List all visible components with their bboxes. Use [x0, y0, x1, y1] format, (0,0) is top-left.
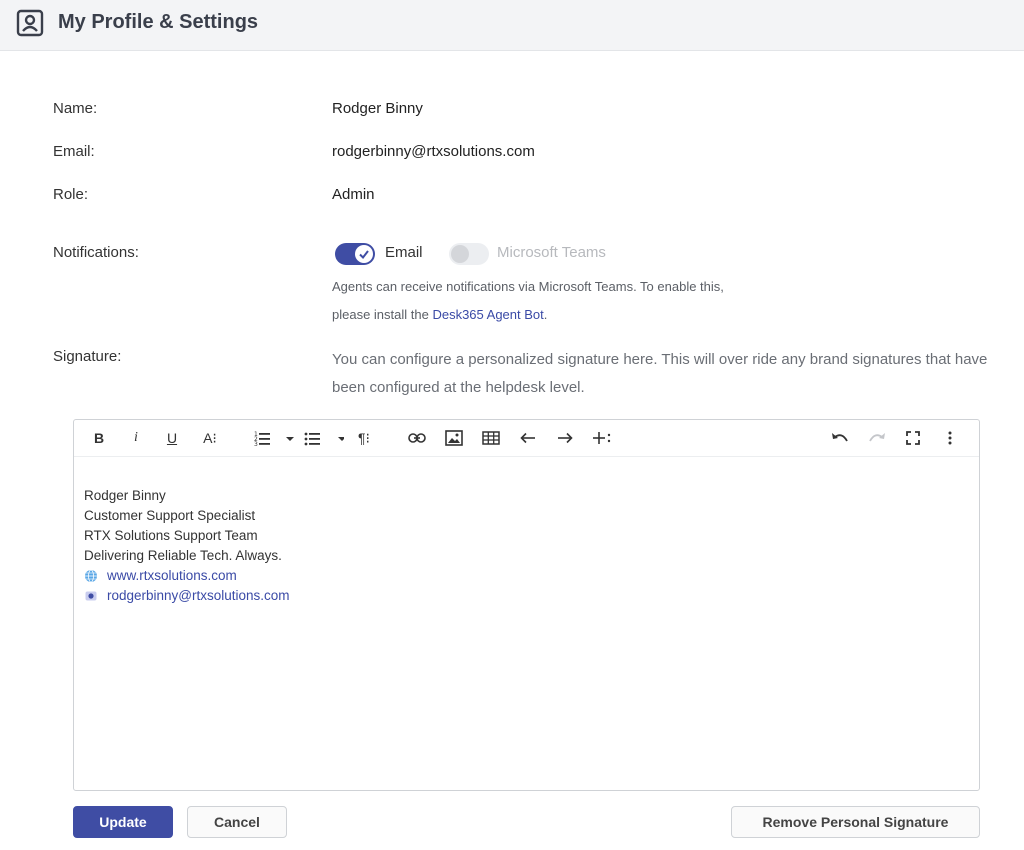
- signature-line: Customer Support Specialist: [84, 508, 256, 523]
- more-vertical-icon: [948, 431, 952, 445]
- check-icon: [359, 250, 369, 260]
- email-value: rodgerbinny@rtxsolutions.com: [332, 143, 535, 160]
- paragraph-button[interactable]: ¶⁝: [354, 428, 374, 448]
- help-text-suffix: .: [543, 307, 548, 322]
- svg-text:3: 3: [254, 441, 258, 446]
- email-icon: [84, 589, 98, 603]
- underline-button[interactable]: U: [165, 428, 179, 448]
- signature-website[interactable]: www.rtxsolutions.com: [84, 566, 290, 586]
- signature-label: Signature:: [53, 348, 122, 365]
- email-notification-toggle[interactable]: [335, 243, 375, 265]
- agent-bot-link[interactable]: Desk365 Agent Bot: [432, 307, 543, 322]
- arrow-left-icon[interactable]: [519, 428, 537, 448]
- link-button[interactable]: [408, 428, 426, 448]
- teams-notification-toggle[interactable]: [449, 243, 489, 265]
- teams-help-line2: please install the Desk365 Agent Bot.: [332, 307, 547, 322]
- profile-icon: [16, 9, 44, 37]
- redo-button[interactable]: [868, 428, 886, 448]
- ordered-list-button[interactable]: 1 2 3: [254, 428, 294, 448]
- image-icon: [445, 430, 463, 446]
- teams-toggle-label: Microsoft Teams: [497, 244, 606, 261]
- italic-button[interactable]: i: [130, 428, 142, 448]
- email-link[interactable]: rodgerbinny@rtxsolutions.com: [107, 586, 290, 606]
- bullet-list-button[interactable]: [304, 428, 344, 448]
- undo-button[interactable]: [831, 428, 849, 448]
- undo-icon: [832, 433, 848, 442]
- fullscreen-button[interactable]: [905, 428, 921, 448]
- toggle-knob: [355, 245, 373, 263]
- fullscreen-icon: [906, 431, 920, 445]
- globe-icon: [84, 569, 98, 583]
- help-text-prefix: please install the: [332, 307, 433, 322]
- signature-email[interactable]: rodgerbinny@rtxsolutions.com: [84, 586, 290, 606]
- role-label: Role:: [53, 186, 89, 203]
- redo-icon: [869, 433, 885, 442]
- remove-signature-button[interactable]: Remove Personal Signature: [731, 806, 980, 838]
- signature-editor[interactable]: B i U A⁝ 1 2 3 ¶⁝ Rodger Binny Customer …: [73, 419, 980, 791]
- arrow-right-icon[interactable]: [556, 428, 574, 448]
- notifications-label: Notifications:: [53, 244, 139, 261]
- email-toggle-label: Email: [385, 244, 423, 261]
- page-header: My Profile & Settings: [0, 0, 1024, 51]
- bullet-list-icon: [304, 432, 344, 446]
- image-button[interactable]: [445, 428, 463, 448]
- cancel-button[interactable]: Cancel: [187, 806, 287, 838]
- signature-content[interactable]: Rodger Binny Customer Support Specialist…: [84, 486, 290, 606]
- name-value: Rodger Binny: [332, 100, 423, 117]
- name-label: Name:: [53, 100, 98, 117]
- signature-description: You can configure a personalized signatu…: [332, 351, 988, 396]
- table-icon: [482, 431, 500, 445]
- table-button[interactable]: [482, 428, 500, 448]
- ordered-list-icon: 1 2 3: [254, 431, 294, 446]
- signature-line: Delivering Reliable Tech. Always.: [84, 548, 282, 563]
- email-label: Email:: [53, 143, 95, 160]
- update-button[interactable]: Update: [73, 806, 173, 838]
- font-size-button[interactable]: A⁝: [201, 428, 219, 448]
- teams-help-line1: Agents can receive notifications via Mic…: [332, 279, 724, 294]
- insert-more-icon[interactable]: [592, 428, 612, 448]
- link-icon: [408, 433, 426, 443]
- role-value: Admin: [332, 186, 375, 203]
- website-link[interactable]: www.rtxsolutions.com: [107, 566, 237, 586]
- bold-button[interactable]: B: [92, 428, 106, 448]
- signature-line: Rodger Binny: [84, 488, 166, 503]
- page-title: My Profile & Settings: [58, 11, 259, 33]
- signature-line: RTX Solutions Support Team: [84, 528, 258, 543]
- editor-toolbar: B i U A⁝ 1 2 3 ¶⁝: [74, 420, 979, 457]
- toggle-knob: [451, 245, 469, 263]
- more-options-button[interactable]: [944, 428, 956, 448]
